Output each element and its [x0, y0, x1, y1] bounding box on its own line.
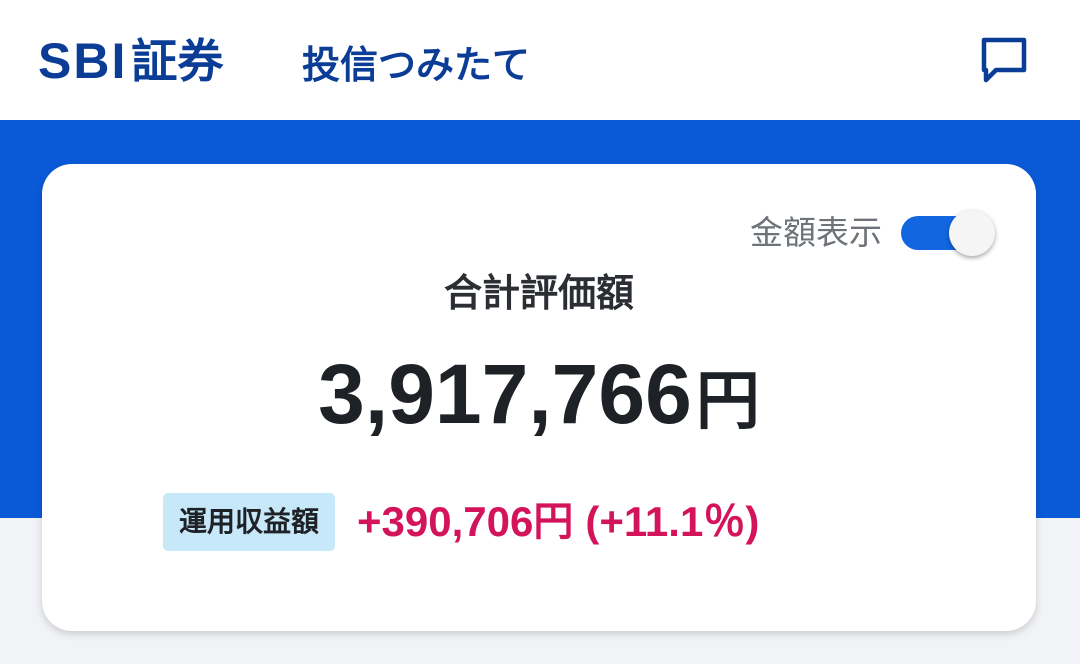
toggle-knob [949, 210, 995, 256]
brand-latin: SBI [38, 33, 128, 89]
app-header: SBI 証券 投信つみたて [0, 0, 1080, 120]
total-valuation-amount: 3,917,766円 [42, 346, 1036, 466]
profit-row: 運用収益額 +390,706 円 (+11.1％) [163, 492, 759, 552]
profit-label-badge: 運用収益額 [163, 493, 336, 551]
summary-card: 金額表示 合計評価額 3,917,766円 運用収益額 +390,706 円 (… [42, 164, 1036, 631]
show-amount-toggle[interactable] [901, 210, 997, 256]
sbi-logo: SBI 証券 [38, 32, 223, 90]
total-valuation-label: 合計評価額 [443, 271, 634, 315]
service-title: 投信つみたて [302, 43, 531, 87]
chat-bubble-icon[interactable] [978, 34, 1030, 86]
show-amount-label: 金額表示 [750, 213, 882, 252]
total-value-number: 3,917,766 [318, 347, 692, 441]
profit-unit: 円 [533, 499, 574, 545]
total-value-unit: 円 [695, 365, 760, 439]
profit-percent: (+11.1％) [585, 498, 760, 545]
profit-amount: +390,706 [357, 498, 534, 545]
brand-jp: 証券 [131, 34, 224, 88]
